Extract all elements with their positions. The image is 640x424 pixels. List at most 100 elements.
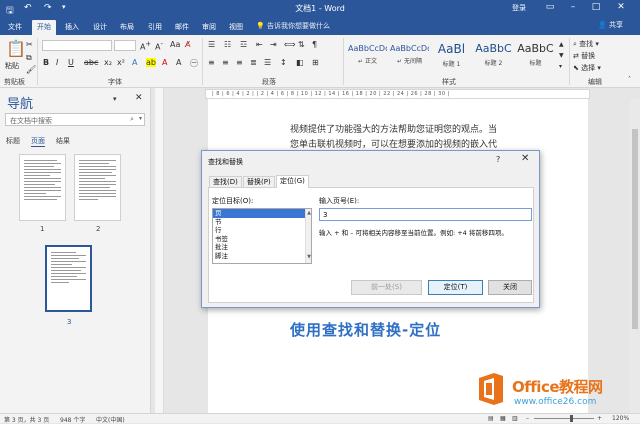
nav-close-icon[interactable]: ✕	[135, 93, 143, 103]
search-dropdown-icon[interactable]: ▾	[139, 115, 142, 122]
tab-view[interactable]: 视图	[225, 20, 247, 35]
font-size-combo[interactable]	[114, 40, 136, 51]
format-painter-icon[interactable]: 🖌	[26, 65, 36, 74]
zoom-out-icon[interactable]: –	[526, 415, 529, 422]
print-layout-icon[interactable]: ▦	[500, 415, 506, 422]
style-heading-1[interactable]: AaBl 标题 1	[431, 41, 472, 73]
tell-me-box[interactable]: 💡 告诉我你想要做什么	[256, 21, 330, 31]
grow-font-icon[interactable]: A+	[140, 40, 151, 52]
zoom-slider-thumb[interactable]	[570, 415, 573, 422]
dialog-close-icon[interactable]: ✕	[521, 153, 529, 164]
tab-mailings[interactable]: 邮件	[171, 20, 193, 35]
minimize-icon[interactable]: –	[566, 2, 580, 12]
list-item[interactable]: 批注	[213, 243, 311, 252]
find-button[interactable]: ⌕ 查找 ▾	[573, 39, 599, 49]
align-right-icon[interactable]: ≡	[236, 58, 243, 67]
login-link[interactable]: 登录	[512, 3, 526, 13]
zoom-slider[interactable]	[534, 418, 594, 419]
tab-insert[interactable]: 插入	[61, 20, 83, 35]
font-name-combo[interactable]	[42, 40, 112, 51]
close-button[interactable]: 关闭	[488, 280, 532, 295]
strikethrough-icon[interactable]: abc	[84, 58, 98, 67]
nav-options-icon[interactable]: ▾	[113, 95, 117, 103]
decrease-indent-icon[interactable]: ⇤	[256, 40, 263, 49]
list-item[interactable]: 行	[213, 226, 311, 235]
char-shading-icon[interactable]: A	[176, 58, 181, 67]
multilevel-list-icon[interactable]: ☲	[240, 40, 247, 49]
tab-review[interactable]: 审阅	[198, 20, 220, 35]
read-mode-icon[interactable]: ▤	[488, 415, 494, 422]
nav-tab-headings[interactable]: 标题	[6, 136, 20, 146]
style-heading-2[interactable]: AaBbC 标题 2	[473, 41, 514, 73]
change-case-icon[interactable]: Aa	[170, 40, 180, 49]
page-thumbnail[interactable]	[19, 154, 66, 221]
underline-icon[interactable]: U	[68, 58, 74, 67]
tab-goto[interactable]: 定位(G)	[276, 175, 309, 188]
increase-indent-icon[interactable]: ⇥	[270, 40, 277, 49]
cut-icon[interactable]: ✂	[26, 40, 33, 49]
styles-more-icon[interactable]: ▾	[559, 63, 562, 70]
select-button[interactable]: ⬉ 选择 ▾	[573, 63, 601, 73]
tab-file[interactable]: 文件	[4, 20, 26, 35]
align-center-icon[interactable]: ≡	[222, 58, 229, 67]
text-effects-icon[interactable]: A	[132, 58, 137, 67]
help-icon[interactable]: ?	[496, 155, 500, 164]
style-title[interactable]: AaBbC 标题	[515, 41, 556, 73]
list-item[interactable]: 脚注	[213, 252, 311, 261]
bold-icon[interactable]: B	[43, 58, 49, 67]
collapse-ribbon-icon[interactable]: ˄	[628, 76, 631, 83]
chinese-layout-icon[interactable]: ⟺	[284, 40, 295, 49]
line-spacing-icon[interactable]: ↕	[280, 58, 287, 67]
web-layout-icon[interactable]: ▥	[512, 415, 518, 422]
scrollbar-thumb[interactable]	[632, 129, 638, 329]
nav-tab-results[interactable]: 结果	[56, 136, 70, 146]
zoom-in-icon[interactable]: +	[597, 415, 602, 422]
distributed-icon[interactable]: ☰	[264, 58, 271, 67]
subscript-icon[interactable]: x₂	[104, 58, 112, 67]
tab-layout[interactable]: 布局	[116, 20, 138, 35]
style-no-spacing[interactable]: AaBbCcDd ↵ 无间隔	[389, 41, 430, 73]
nav-tab-pages[interactable]: 页面	[31, 136, 45, 146]
list-scrollbar[interactable]: ▲ ▼	[305, 209, 311, 263]
paste-label[interactable]: 粘贴	[5, 61, 19, 71]
numbering-icon[interactable]: ☷	[224, 40, 231, 49]
copy-icon[interactable]: ⧉	[26, 53, 32, 63]
highlight-icon[interactable]: ab	[146, 58, 156, 67]
scroll-up-icon[interactable]: ▲	[306, 209, 311, 217]
sort-icon[interactable]: ⇅	[298, 40, 305, 49]
list-item-selected[interactable]: 页	[213, 209, 311, 218]
scroll-down-icon[interactable]: ▼	[306, 253, 311, 261]
ribbon-display-icon[interactable]: ▭	[543, 2, 557, 12]
maximize-icon[interactable]: □	[589, 2, 603, 12]
shading-icon[interactable]: ◧	[296, 58, 304, 67]
tab-home[interactable]: 开始	[32, 20, 56, 35]
styles-scroll-down-icon[interactable]: ▼	[559, 52, 564, 59]
italic-icon[interactable]: I	[56, 58, 58, 67]
close-icon[interactable]: ✕	[614, 2, 628, 12]
previous-button[interactable]: 前一处(S)	[351, 280, 422, 295]
page-thumbnail-selected[interactable]	[45, 245, 92, 312]
nav-search-input[interactable]: 在文档中搜索 ⌕ ▾	[5, 113, 145, 126]
zoom-level[interactable]: 120%	[612, 415, 629, 422]
justify-icon[interactable]: ≣	[250, 58, 257, 67]
replace-button[interactable]: ⇄ 替换	[573, 51, 595, 61]
page-thumbnail[interactable]	[74, 154, 121, 221]
bullets-icon[interactable]: ☰	[208, 40, 215, 49]
style-normal[interactable]: AaBbCcDd ↵ 正文	[347, 41, 388, 73]
page-number-input[interactable]: 3	[319, 208, 532, 221]
list-item[interactable]: 节	[213, 218, 311, 227]
tab-design[interactable]: 设计	[89, 20, 111, 35]
superscript-icon[interactable]: x²	[117, 58, 125, 67]
goto-target-list[interactable]: 页 节 行 书签 批注 脚注 ▲ ▼	[212, 208, 312, 264]
vertical-scrollbar[interactable]	[630, 99, 640, 413]
shrink-font-icon[interactable]: A-	[155, 40, 163, 52]
goto-button[interactable]: 定位(T)	[428, 280, 483, 295]
styles-scroll-up-icon[interactable]: ▲	[559, 41, 564, 48]
search-icon[interactable]: ⌕	[130, 115, 134, 124]
tab-references[interactable]: 引用	[144, 20, 166, 35]
borders-icon[interactable]: ⊞	[312, 58, 319, 67]
paste-icon[interactable]: 📋	[6, 39, 26, 58]
align-left-icon[interactable]: ≡	[208, 58, 215, 67]
share-button[interactable]: 👤 共享	[598, 20, 623, 30]
enclose-char-icon[interactable]: ㊀	[190, 58, 198, 69]
